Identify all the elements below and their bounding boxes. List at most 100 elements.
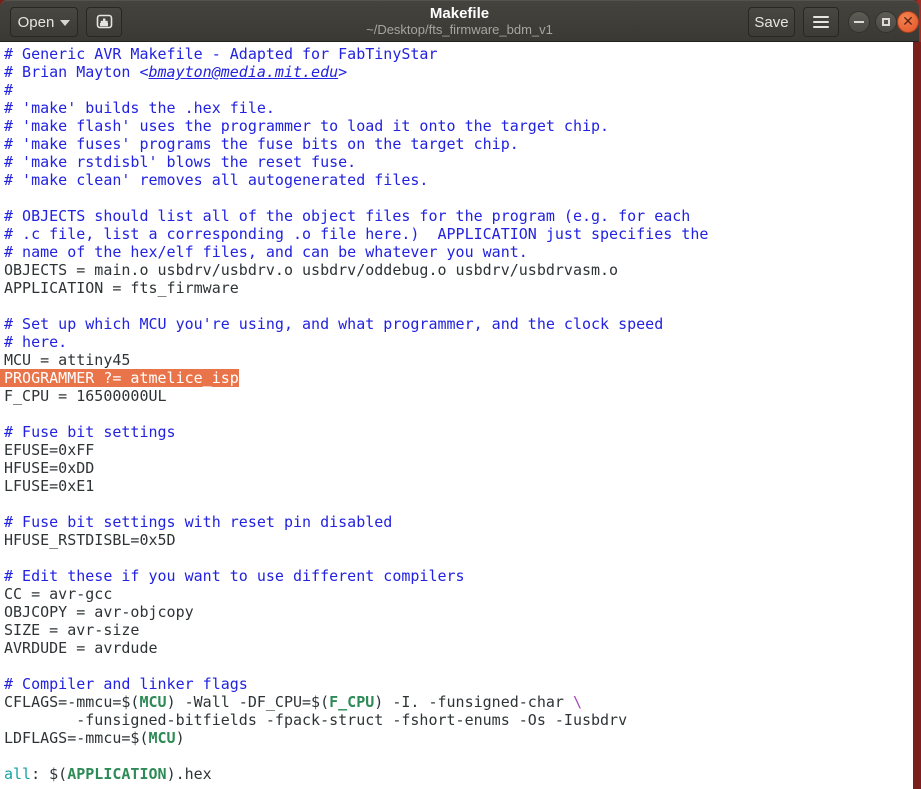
code-segment: # Edit these if you want to use differen… xyxy=(4,567,465,585)
code-segment: # 'make fuses' programs the fuse bits on… xyxy=(4,135,519,153)
code-segment: F_CPU = 16500000UL xyxy=(4,387,167,405)
minimize-button[interactable] xyxy=(848,11,870,33)
code-segment: HFUSE=0xDD xyxy=(4,459,95,477)
code-segment: : $( xyxy=(31,765,68,783)
code-line: # 'make clean' removes all autogenerated… xyxy=(4,171,913,189)
code-segment: # Fuse bit settings with reset pin disab… xyxy=(4,513,393,531)
code-line: SIZE = avr-size xyxy=(4,621,913,639)
code-segment: # 'make rstdisbl' blows the reset fuse. xyxy=(4,153,357,171)
code-line: OBJCOPY = avr-objcopy xyxy=(4,603,913,621)
code-segment: # name of the hex/elf files, and can be … xyxy=(4,243,528,261)
code-line: -funsigned-bitfields -fpack-struct -fsho… xyxy=(4,711,913,729)
code-segment: # xyxy=(4,81,14,99)
text-editor-area[interactable]: # Generic AVR Makefile - Adapted for Fab… xyxy=(0,42,913,789)
new-document-icon xyxy=(96,14,112,28)
code-line: HFUSE=0xDD xyxy=(4,459,913,477)
close-button[interactable]: ✕ xyxy=(897,11,919,33)
code-segment: -funsigned-bitfields -fpack-struct -fsho… xyxy=(4,711,628,729)
code-segment: ) -Wall -DF_CPU=$( xyxy=(166,693,330,711)
code-segment: # Fuse bit settings xyxy=(4,423,176,441)
code-segment: > xyxy=(338,63,348,81)
code-segment: LFUSE=0xE1 xyxy=(4,477,95,495)
code-segment: # 'make flash' uses the programmer to lo… xyxy=(4,117,610,135)
code-segment: ).hex xyxy=(166,765,212,783)
save-button-label: Save xyxy=(754,13,789,31)
code-segment: HFUSE_RSTDISBL=0x5D xyxy=(4,531,176,549)
code-segment: APPLICATION xyxy=(67,765,167,783)
code-segment: # .c file, list a corresponding .o file … xyxy=(4,225,709,243)
close-icon: ✕ xyxy=(902,13,914,30)
open-button[interactable]: Open xyxy=(10,7,78,37)
code-line: # Fuse bit settings xyxy=(4,423,913,441)
code-line: # here. xyxy=(4,333,913,351)
code-line: # Compiler and linker flags xyxy=(4,675,913,693)
open-button-label: Open xyxy=(17,13,55,31)
code-segment: MCU xyxy=(148,729,176,747)
menu-icon xyxy=(813,16,829,28)
code-line: # 'make flash' uses the programmer to lo… xyxy=(4,117,913,135)
code-line: all: $(APPLICATION).hex xyxy=(4,765,913,783)
code-segment: MCU = attiny45 xyxy=(4,351,131,369)
code-segment: # 'make' builds the .hex file. xyxy=(4,99,275,117)
code-line: OBJECTS = main.o usbdrv/usbdrv.o usbdrv/… xyxy=(4,261,913,279)
code-line: # Brian Mayton <bmayton@media.mit.edu> xyxy=(4,63,913,81)
caret-down-icon xyxy=(60,20,71,26)
code-line: # name of the hex/elf files, and can be … xyxy=(4,243,913,261)
code-segment: # Brian Mayton < xyxy=(4,63,149,81)
menu-button[interactable] xyxy=(803,7,839,37)
minimize-icon xyxy=(854,21,864,23)
code-line: F_CPU = 16500000UL xyxy=(4,387,913,405)
code-line: LDFLAGS=-mmcu=$(MCU) xyxy=(4,729,913,747)
maximize-button[interactable] xyxy=(875,11,897,33)
code-line: # 'make' builds the .hex file. xyxy=(4,99,913,117)
code-line: # 'make rstdisbl' blows the reset fuse. xyxy=(4,153,913,171)
code-segment: OBJECTS = main.o usbdrv/usbdrv.o usbdrv/… xyxy=(4,261,619,279)
code-segment: OBJCOPY = avr-objcopy xyxy=(4,603,194,621)
code-segment: LDFLAGS=-mmcu=$( xyxy=(4,729,149,747)
code-segment: AVRDUDE = avrdude xyxy=(4,639,158,657)
maximize-icon xyxy=(882,18,890,26)
code-line: EFUSE=0xFF xyxy=(4,441,913,459)
code-line: # Fuse bit settings with reset pin disab… xyxy=(4,513,913,531)
code-segment: bmayton@media.mit.edu xyxy=(148,63,339,81)
code-line: # Set up which MCU you're using, and wha… xyxy=(4,315,913,333)
code-segment: EFUSE=0xFF xyxy=(4,441,95,459)
header-bar: Open Makefile ~/Desktop/fts_firmware_bdm… xyxy=(0,0,919,42)
save-button[interactable]: Save xyxy=(748,7,795,37)
code-segment: all xyxy=(4,765,32,783)
code-area: # Generic AVR Makefile - Adapted for Fab… xyxy=(0,42,913,783)
code-line: # xyxy=(4,81,913,99)
code-segment: # OBJECTS should list all of the object … xyxy=(4,207,691,225)
code-line: # Edit these if you want to use differen… xyxy=(4,567,913,585)
code-segment: ) -I. -funsigned-char xyxy=(374,693,573,711)
code-segment: CC = avr-gcc xyxy=(4,585,113,603)
code-line: PROGRAMMER ?= atmelice_isp xyxy=(0,369,913,387)
selected-text: PROGRAMMER ?= atmelice_isp xyxy=(0,369,239,387)
new-document-button[interactable] xyxy=(86,7,122,37)
code-segment: MCU xyxy=(139,693,167,711)
code-line: AVRDUDE = avrdude xyxy=(4,639,913,657)
code-segment: F_CPU xyxy=(329,693,375,711)
code-segment: # 'make clean' removes all autogenerated… xyxy=(4,171,429,189)
code-line: MCU = attiny45 xyxy=(4,351,913,369)
code-line: # OBJECTS should list all of the object … xyxy=(4,207,913,225)
code-segment: CFLAGS=-mmcu=$( xyxy=(4,693,140,711)
code-segment: APPLICATION = fts_firmware xyxy=(4,279,239,297)
code-segment: # Compiler and linker flags xyxy=(4,675,248,693)
gedit-window: Open Makefile ~/Desktop/fts_firmware_bdm… xyxy=(0,0,921,789)
code-line: # Generic AVR Makefile - Adapted for Fab… xyxy=(4,45,913,63)
code-segment: ) xyxy=(175,729,185,747)
code-line: # 'make fuses' programs the fuse bits on… xyxy=(4,135,913,153)
code-segment: \ xyxy=(572,693,582,711)
code-line: HFUSE_RSTDISBL=0x5D xyxy=(4,531,913,549)
code-line: CC = avr-gcc xyxy=(4,585,913,603)
code-segment: SIZE = avr-size xyxy=(4,621,140,639)
code-segment: # here. xyxy=(4,333,68,351)
